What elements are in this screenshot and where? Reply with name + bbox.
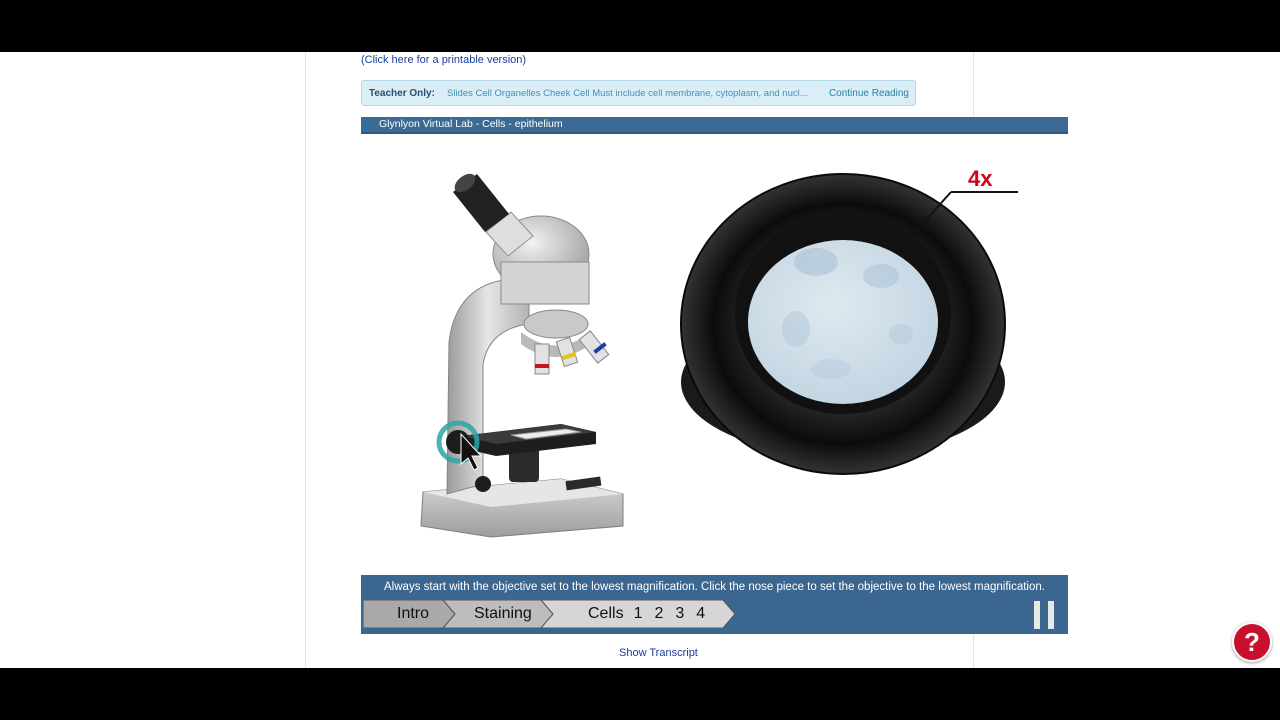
letterbox-top: [0, 0, 1280, 52]
virtual-lab-title-bar: Glynlyon Virtual Lab - Cells - epitheliu…: [361, 117, 1068, 134]
step-staining[interactable]: Staining: [443, 600, 553, 628]
help-button[interactable]: ?: [1232, 622, 1272, 662]
virtual-lab-canvas: 4x: [361, 134, 1068, 576]
teacher-only-box: Teacher Only: Slides Cell Organelles Che…: [361, 80, 916, 106]
step-intro[interactable]: Intro: [363, 600, 455, 628]
cells-step-4[interactable]: 4: [696, 605, 705, 623]
cells-step-2[interactable]: 2: [654, 605, 663, 623]
teacher-only-text: Slides Cell Organelles Cheek Cell Must i…: [447, 87, 808, 99]
instruction-text: Always start with the objective set to t…: [384, 581, 1045, 593]
cells-step-3[interactable]: 3: [675, 605, 684, 623]
lab-step-nav: Intro Staining Cells 1 2 3 4: [361, 600, 1068, 630]
microscope-illustration[interactable]: [420, 170, 624, 538]
column-divider-left: [305, 52, 306, 668]
lab-control-bar: Always start with the objective set to t…: [361, 575, 1068, 634]
magnification-label: 4x: [968, 166, 993, 191]
eyepiece-view: [680, 173, 1006, 475]
letterbox-bottom: [0, 668, 1280, 720]
microscope-scene: 4x: [420, 166, 1018, 538]
page-content: (Click here for a printable version) Tea…: [0, 52, 1280, 668]
printable-version-link[interactable]: (Click here for a printable version): [361, 54, 526, 66]
show-transcript-link[interactable]: Show Transcript: [619, 647, 698, 659]
step-cells[interactable]: Cells 1 2 3 4: [541, 600, 735, 628]
pause-button[interactable]: [1034, 601, 1054, 629]
pause-icon-bar-right: [1048, 601, 1054, 629]
cells-step-1[interactable]: 1: [634, 605, 643, 623]
continue-reading-link[interactable]: Continue Reading: [829, 88, 909, 99]
pause-icon-bar-left: [1034, 601, 1040, 629]
question-icon: ?: [1244, 626, 1260, 657]
teacher-only-label: Teacher Only:: [369, 87, 435, 99]
